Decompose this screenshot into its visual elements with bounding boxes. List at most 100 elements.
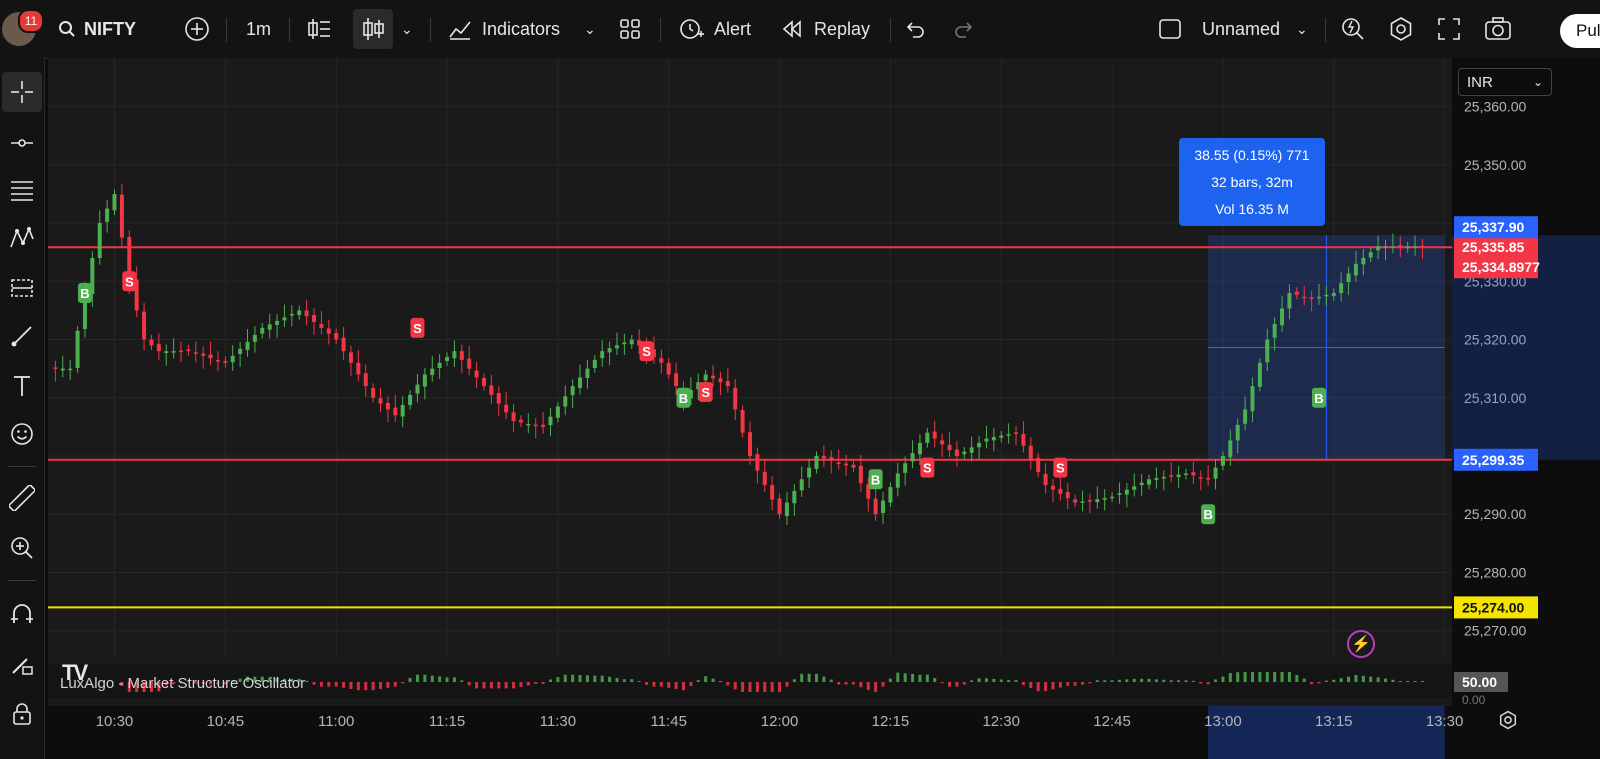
text-tool[interactable] bbox=[0, 366, 44, 406]
undo-button[interactable] bbox=[904, 0, 926, 58]
candle-body bbox=[999, 435, 1004, 438]
replay-button[interactable]: Replay bbox=[780, 0, 870, 58]
price-tick-label: 25,290.00 bbox=[1464, 506, 1526, 522]
candle-body bbox=[68, 368, 73, 371]
horizontal-lines-icon bbox=[11, 181, 33, 201]
layout-name: Unnamed bbox=[1202, 18, 1281, 39]
oscillator-bar bbox=[1199, 682, 1203, 684]
oscillator-bar bbox=[497, 682, 501, 689]
candle-body bbox=[977, 442, 982, 448]
trend-line-tool[interactable] bbox=[0, 123, 44, 163]
chevron-down-icon[interactable]: ⌄ bbox=[1296, 0, 1308, 58]
candle-body bbox=[1139, 482, 1144, 486]
candle-body bbox=[607, 348, 612, 353]
candle-body bbox=[829, 457, 834, 461]
oscillator-bar bbox=[844, 682, 848, 685]
candle-body bbox=[969, 447, 974, 453]
candle-body bbox=[105, 208, 110, 222]
candle-body bbox=[1339, 283, 1344, 293]
candle-body bbox=[563, 396, 568, 407]
candle-body bbox=[1294, 291, 1299, 295]
candle-body bbox=[1198, 477, 1203, 479]
candle-body bbox=[437, 362, 442, 369]
currency-select[interactable]: INR ⌄ bbox=[1458, 68, 1552, 96]
brush-tool[interactable] bbox=[0, 316, 44, 356]
oscillator-bar bbox=[1125, 679, 1129, 682]
candle-body bbox=[1206, 477, 1211, 480]
snapshot-button[interactable] bbox=[1484, 0, 1512, 58]
oscillator-bar bbox=[593, 675, 597, 682]
oscillator-bar bbox=[1243, 672, 1247, 682]
sell-signal: S bbox=[698, 381, 713, 402]
sell-signal: S bbox=[920, 457, 935, 478]
buy-signal: B bbox=[77, 282, 92, 303]
oscillator-bar bbox=[356, 682, 360, 691]
bar-style-button[interactable] bbox=[306, 0, 332, 58]
sell-signal: S bbox=[1053, 457, 1068, 478]
candle-body bbox=[474, 370, 479, 378]
magnet-tool[interactable] bbox=[0, 594, 44, 634]
chevron-down-icon[interactable]: ⌄ bbox=[401, 0, 413, 58]
symbol-search[interactable]: NIFTY bbox=[58, 0, 136, 58]
oscillator-bar bbox=[770, 682, 774, 692]
oscillator-bar bbox=[1383, 678, 1387, 682]
oscillator-bar bbox=[563, 674, 567, 682]
candle-body bbox=[592, 359, 597, 369]
interval-button[interactable]: 1m bbox=[246, 0, 271, 58]
oscillator-bar bbox=[504, 682, 508, 689]
oscillator-bar bbox=[1398, 681, 1402, 682]
measure-tool[interactable] bbox=[0, 478, 44, 518]
candle-body bbox=[777, 498, 782, 515]
oscillator-bar bbox=[984, 678, 988, 682]
oscillator-bar bbox=[556, 677, 560, 682]
candle-body bbox=[1220, 456, 1225, 466]
crosshair-tool[interactable] bbox=[2, 72, 42, 112]
quick-search-button[interactable] bbox=[1340, 0, 1366, 58]
pattern-tool[interactable] bbox=[0, 218, 44, 258]
candle-body bbox=[400, 405, 405, 417]
oscillator-bar bbox=[1066, 682, 1070, 686]
oscillator-bar bbox=[659, 682, 663, 687]
candle-body bbox=[208, 354, 213, 359]
lock-drawing-tool[interactable] bbox=[0, 644, 44, 684]
settings-button[interactable] bbox=[1388, 0, 1414, 58]
lock-all-tool[interactable] bbox=[0, 694, 44, 734]
oscillator-bar bbox=[534, 682, 538, 684]
oscillator-label[interactable]: LuxAlgo - Market Structure Oscillator bbox=[60, 675, 305, 692]
rewind-icon bbox=[782, 20, 801, 38]
oscillator-bar bbox=[718, 681, 722, 682]
lightning-alert-icon[interactable]: ⚡ bbox=[1347, 630, 1375, 658]
candle-body bbox=[1043, 473, 1048, 486]
fullscreen-button[interactable] bbox=[1437, 0, 1461, 58]
templates-button[interactable] bbox=[618, 0, 642, 58]
chevron-down-icon[interactable]: ⌄ bbox=[584, 0, 596, 58]
alert-button[interactable]: Alert bbox=[678, 0, 751, 58]
oscillator-bar bbox=[615, 678, 619, 682]
smiley-icon bbox=[11, 423, 33, 445]
notification-badge[interactable]: 11 bbox=[18, 9, 44, 33]
price-label: 25,335.85 bbox=[1454, 236, 1538, 259]
oscillator-bar bbox=[1317, 682, 1321, 684]
chart-settings-button[interactable] bbox=[1496, 708, 1520, 732]
candle-body bbox=[784, 502, 789, 517]
candle-body bbox=[430, 368, 435, 376]
oscillator-bar bbox=[903, 673, 907, 682]
chart-area[interactable]: 25,360.0025,350.0025,340.0025,330.0025,3… bbox=[48, 58, 1600, 759]
indicators-button[interactable]: Indicators bbox=[448, 0, 560, 58]
candle-body bbox=[60, 368, 65, 371]
price-label-text: 25,299.35 bbox=[1462, 452, 1524, 468]
candle-body bbox=[1147, 479, 1152, 485]
emoji-tool[interactable] bbox=[0, 414, 44, 454]
publish-button[interactable]: Pul bbox=[1560, 14, 1600, 48]
candle-body bbox=[1420, 245, 1425, 248]
candle-body bbox=[755, 454, 760, 471]
zoom-tool[interactable] bbox=[0, 528, 44, 568]
candle-body bbox=[422, 374, 427, 387]
candle-body bbox=[518, 419, 523, 423]
redo-button[interactable] bbox=[953, 0, 975, 58]
layout-button[interactable]: Unnamed bbox=[1158, 0, 1280, 58]
fib-tool[interactable] bbox=[0, 170, 44, 210]
compare-button[interactable] bbox=[184, 0, 210, 58]
oscillator-bar bbox=[755, 682, 759, 692]
projection-tool[interactable] bbox=[0, 268, 44, 308]
